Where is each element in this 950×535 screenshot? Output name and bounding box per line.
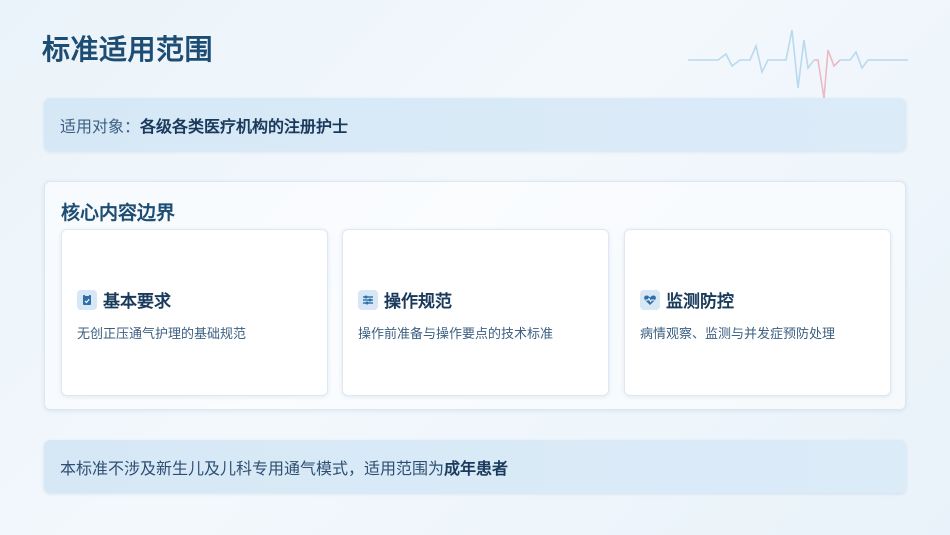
scope-bar: 适用对象： 各级各类医疗机构的注册护士 [44, 98, 906, 151]
scope-value: 各级各类医疗机构的注册护士 [140, 116, 349, 136]
clipboard-icon [77, 289, 97, 310]
card-operation-standards: 操作规范 操作前准备与操作要点的技术标准 [342, 229, 609, 396]
ecg-wave-icon [688, 29, 908, 99]
card-description: 病情观察、监测与并发症预防处理 [640, 327, 836, 342]
card-title: 监测防控 [666, 292, 734, 312]
heart-pulse-icon [640, 289, 660, 310]
card-title: 操作规范 [384, 292, 452, 312]
card-description: 操作前准备与操作要点的技术标准 [358, 327, 554, 342]
card-basic-requirements: 基本要求 无创正压通气护理的基础规范 [61, 229, 328, 396]
card-monitoring-prevention: 监测防控 病情观察、监测与并发症预防处理 [624, 229, 891, 396]
card-description: 无创正压通气护理的基础规范 [77, 327, 247, 342]
note-text: 本标准不涉及新生儿及儿科专用通气模式，适用范围为 [60, 458, 445, 478]
note-highlight: 成年患者 [444, 458, 509, 478]
page-title: 标准适用范围 [42, 33, 214, 66]
scope-label: 适用对象： [60, 116, 141, 136]
core-content-panel: 核心内容边界 基本要求 无创正压通气护理的基础规范 操作规范 操作前准备与操作要… [44, 181, 906, 410]
scope-note-bar: 本标准不涉及新生儿及儿科专用通气模式，适用范围为 成年患者 [44, 440, 906, 493]
core-content-title: 核心内容边界 [61, 202, 176, 224]
card-title: 基本要求 [103, 292, 171, 312]
sliders-icon [358, 289, 378, 310]
